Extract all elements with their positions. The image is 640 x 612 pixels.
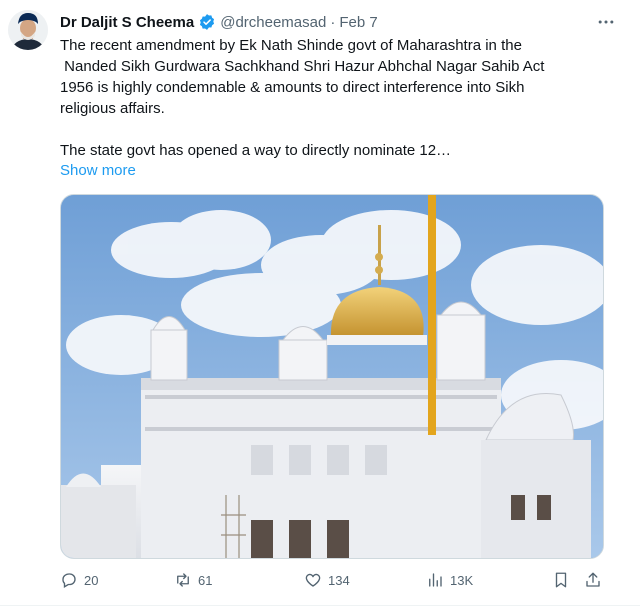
action-bar: 20 61 134 13K bbox=[60, 568, 604, 592]
show-more-link[interactable]: Show more bbox=[60, 160, 136, 181]
author-handle[interactable]: @drcheemasad bbox=[220, 14, 326, 31]
heart-icon bbox=[305, 573, 321, 587]
share-icon bbox=[586, 572, 600, 587]
reply-count: 20 bbox=[84, 572, 99, 588]
reply-icon bbox=[62, 573, 76, 588]
tweet-text: The recent amendment by Ek Nath Shinde g… bbox=[60, 37, 545, 159]
views-chart-icon bbox=[429, 573, 442, 587]
bookmark-button[interactable] bbox=[552, 571, 576, 589]
reply-button[interactable]: 20 bbox=[60, 571, 98, 589]
repost-icon bbox=[177, 573, 189, 587]
repost-count: 61 bbox=[198, 572, 213, 588]
avatar[interactable] bbox=[8, 10, 48, 50]
like-count: 134 bbox=[328, 572, 350, 588]
author-name[interactable]: Dr Daljit S Cheema bbox=[60, 14, 194, 31]
gurdwara-photo bbox=[61, 195, 603, 558]
tweet-card: Dr Daljit S Cheema @drcheemasad · Feb 7 … bbox=[0, 0, 640, 612]
tweet-image[interactable] bbox=[60, 194, 604, 559]
views-button[interactable]: 13K bbox=[426, 571, 473, 589]
separator-dot: · bbox=[330, 13, 336, 31]
repost-button[interactable]: 61 bbox=[174, 571, 212, 589]
divider bbox=[0, 605, 640, 606]
verified-badge-icon bbox=[198, 13, 216, 31]
tweet-header: Dr Daljit S Cheema @drcheemasad · Feb 7 bbox=[60, 12, 378, 32]
bookmark-icon bbox=[555, 572, 567, 588]
more-horizontal-icon[interactable] bbox=[594, 12, 618, 32]
tweet-date[interactable]: Feb 7 bbox=[339, 14, 377, 31]
like-button[interactable]: 134 bbox=[304, 571, 350, 589]
views-count: 13K bbox=[450, 572, 474, 588]
share-button[interactable] bbox=[584, 571, 608, 589]
